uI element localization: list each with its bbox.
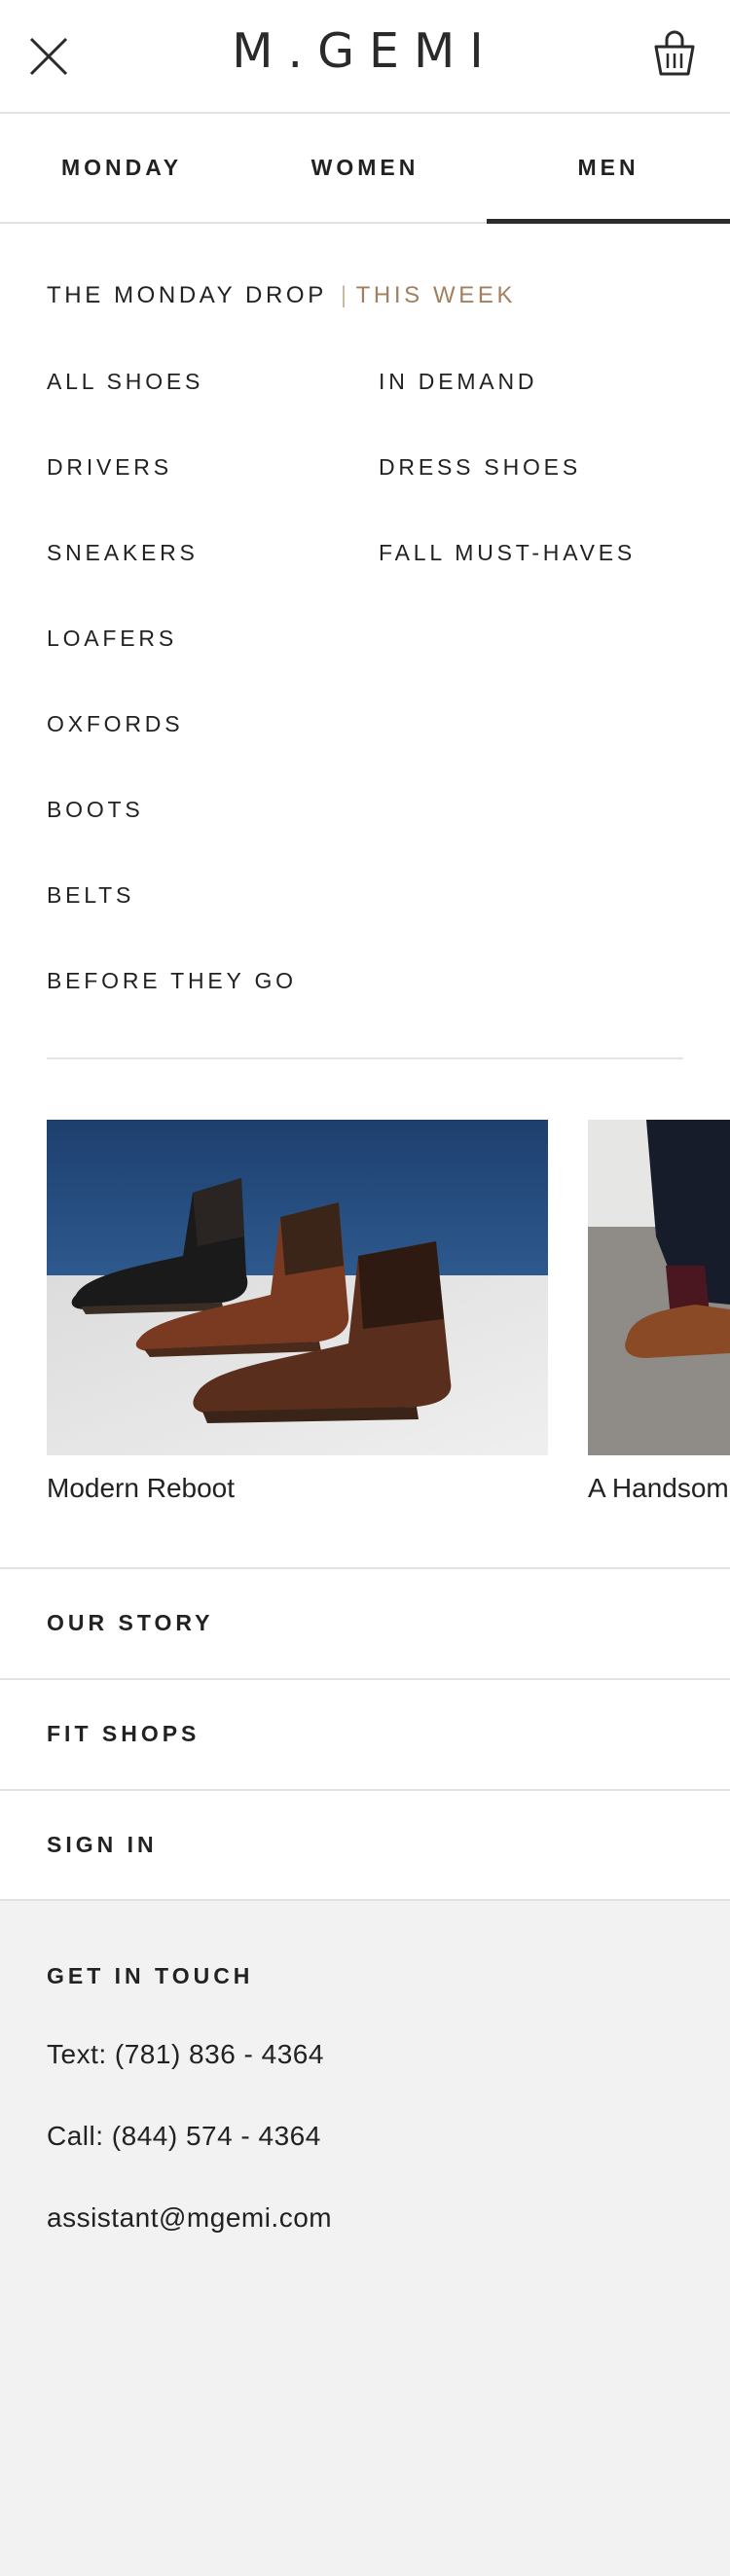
this-week-label: THIS WEEK bbox=[355, 282, 517, 308]
feature-image-dress-shoes bbox=[588, 1120, 730, 1455]
brand-logo[interactable]: M.GEMI bbox=[0, 23, 730, 79]
category-belts[interactable]: BELTS bbox=[47, 882, 134, 909]
sign-in-link[interactable]: SIGN IN bbox=[0, 1789, 730, 1898]
feature-image-chelsea-boots bbox=[47, 1120, 548, 1455]
contact-text-number[interactable]: Text: (781) 836 - 4364 bbox=[47, 2039, 324, 2070]
category-all-shoes[interactable]: ALL SHOES bbox=[47, 369, 203, 395]
feature-caption: A Handsome bbox=[588, 1473, 730, 1503]
contact-email[interactable]: assistant@mgemi.com bbox=[47, 2202, 332, 2234]
feature-caption: Modern Reboot bbox=[47, 1473, 236, 1503]
category-drivers[interactable]: DRIVERS bbox=[47, 454, 172, 481]
category-sneakers[interactable]: SNEAKERS bbox=[47, 540, 199, 566]
shopping-bag-button[interactable] bbox=[653, 29, 696, 78]
our-story-link[interactable]: OUR STORY bbox=[0, 1567, 730, 1676]
monday-drop-label: THE MONDAY DROP bbox=[47, 282, 327, 308]
feature-card-modern-reboot[interactable]: Modern Reboot bbox=[47, 1120, 548, 1504]
category-before-they-go[interactable]: BEFORE THEY GO bbox=[47, 968, 297, 994]
category-oxfords[interactable]: OXFORDS bbox=[47, 711, 183, 737]
contact-call-number[interactable]: Call: (844) 574 - 4364 bbox=[47, 2121, 321, 2152]
shopping-bag-icon bbox=[654, 30, 695, 76]
gender-tabs: MONDAY WOMEN MEN bbox=[0, 113, 730, 224]
contact-section: GET IN TOUCH Text: (781) 836 - 4364 Call… bbox=[0, 1899, 730, 2576]
category-boots[interactable]: BOOTS bbox=[47, 797, 144, 823]
fit-shops-link[interactable]: FIT SHOPS bbox=[0, 1678, 730, 1787]
contact-title: GET IN TOUCH bbox=[47, 1963, 254, 1988]
monday-drop-link[interactable]: THE MONDAY DROP | THIS WEEK bbox=[47, 282, 516, 309]
tab-men[interactable]: MEN bbox=[487, 113, 730, 224]
header: M.GEMI bbox=[0, 0, 730, 114]
category-fall-must-haves[interactable]: FALL MUST-HAVES bbox=[379, 540, 636, 566]
tab-monday[interactable]: MONDAY bbox=[0, 113, 243, 222]
category-dress-shoes[interactable]: DRESS SHOES bbox=[379, 454, 581, 481]
drop-separator: | bbox=[340, 282, 350, 308]
category-in-demand[interactable]: IN DEMAND bbox=[379, 369, 537, 395]
category-loafers[interactable]: LOAFERS bbox=[47, 626, 177, 652]
tab-women[interactable]: WOMEN bbox=[243, 113, 487, 222]
section-divider bbox=[47, 1057, 683, 1059]
feature-card-a-handsome[interactable]: A Handsome bbox=[588, 1120, 730, 1504]
